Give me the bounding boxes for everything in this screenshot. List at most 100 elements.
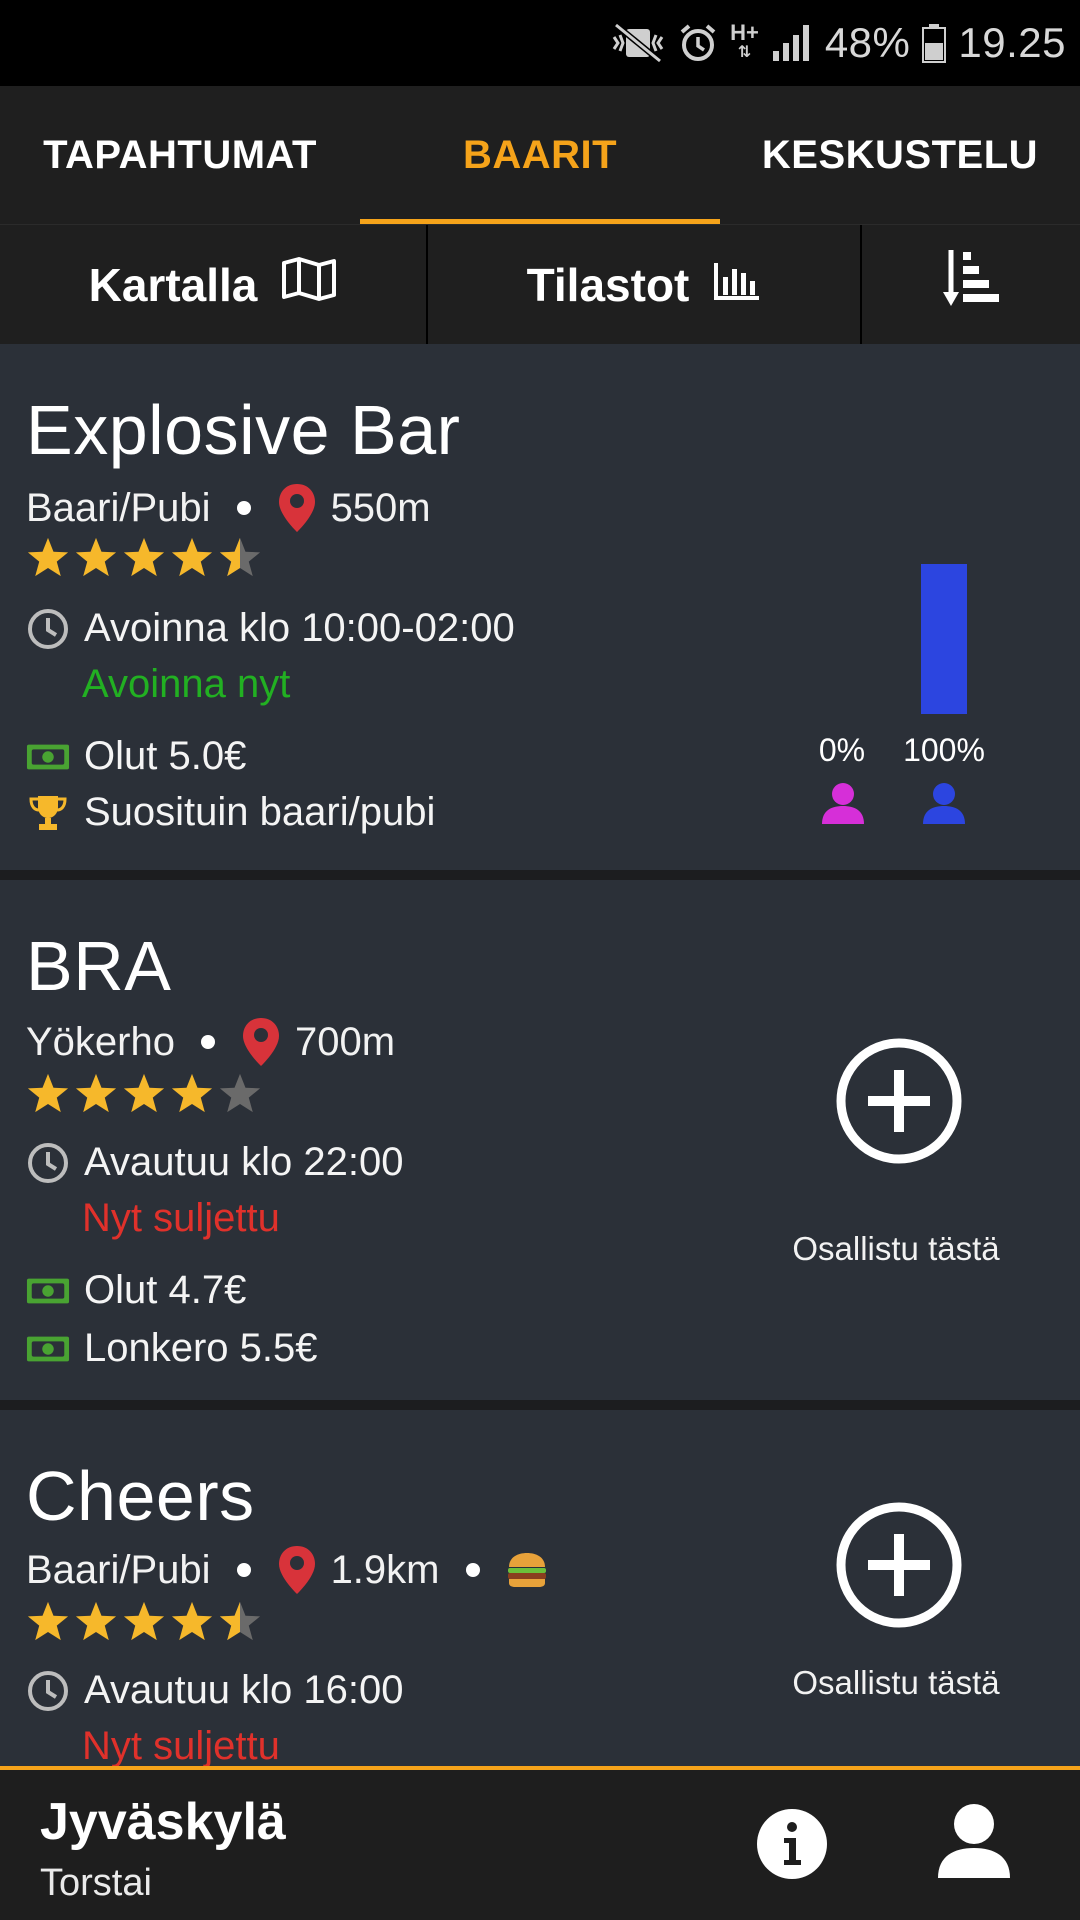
female-user-icon: [820, 780, 866, 831]
location-pin-icon: [241, 1016, 281, 1068]
vibrate-mute-icon: [610, 23, 666, 63]
male-bar: [921, 564, 967, 714]
star-icon: [171, 537, 213, 577]
star-icon: [171, 1073, 213, 1113]
price-text: Olut 4.7€: [84, 1268, 247, 1312]
hours-text: Avautuu klo 22:00: [84, 1140, 404, 1184]
tab-baarit[interactable]: BAARIT: [360, 86, 720, 224]
location-pin-icon: [277, 1544, 317, 1596]
closed-status: Nyt suljettu: [82, 1196, 280, 1240]
city-name[interactable]: Jyväskylä: [40, 1792, 286, 1852]
bar-card[interactable]: BRA Yökerho 700m Avautuu klo 22:00 Nyt s…: [0, 880, 1080, 1400]
bar-list: Explosive Bar Baari/Pubi 550m Avoinna kl…: [0, 344, 1080, 1770]
award-row: Suosituin baari/pubi: [26, 790, 435, 835]
info-icon[interactable]: [756, 1808, 828, 1885]
separator-dot: [200, 1035, 215, 1049]
bar-meta: Baari/Pubi 1.9km: [26, 1540, 548, 1600]
add-circle-icon: [836, 1502, 962, 1628]
star-icon: [75, 537, 117, 577]
join-button[interactable]: [834, 1500, 964, 1630]
half-star-icon: [219, 1601, 261, 1641]
closed-status: Nyt suljettu: [82, 1724, 280, 1768]
join-label[interactable]: Osallistu tästä: [766, 1230, 1026, 1268]
clock: 19.25: [958, 19, 1066, 66]
star-icon: [123, 1073, 165, 1113]
opening-hours: Avoinna klo 10:00-02:00: [26, 606, 515, 651]
empty-star-icon: [219, 1073, 261, 1113]
hours-text: Avautuu klo 16:00: [84, 1668, 404, 1712]
bar-card[interactable]: Cheers Baari/Pubi 1.9km Avautuu klo 16:0…: [0, 1410, 1080, 1770]
bar-distance: 1.9km: [330, 1547, 440, 1592]
bar-meta: Baari/Pubi 550m: [26, 478, 431, 538]
star-icon: [123, 1601, 165, 1641]
star-icon: [27, 537, 69, 577]
opening-hours: Avautuu klo 22:00: [26, 1140, 404, 1185]
battery-percent: 48%: [824, 19, 911, 66]
clock-icon: [26, 1669, 70, 1713]
signal-icon: [771, 23, 813, 63]
bar-toolbar: Kartalla Tilastot: [0, 224, 1080, 344]
bar-name: Explosive Bar: [26, 391, 461, 469]
trophy-icon: [26, 791, 70, 835]
price-row: Olut 5.0€: [26, 734, 246, 779]
stats-button-label: Tilastot: [526, 258, 690, 311]
tab-keskustelu[interactable]: KESKUSTELU: [720, 86, 1080, 224]
network-type-icon: H+ ⇅: [730, 20, 759, 62]
map-button[interactable]: Kartalla: [0, 225, 428, 344]
tab-tapahtumat[interactable]: TAPAHTUMAT: [0, 86, 360, 224]
male-percent: 100%: [903, 732, 985, 768]
join-label[interactable]: Osallistu tästä: [766, 1664, 1026, 1702]
bar-type: Baari/Pubi: [26, 1547, 211, 1592]
half-star-icon: [219, 537, 261, 577]
add-circle-icon: [836, 1038, 962, 1164]
bar-distance: 700m: [294, 1019, 396, 1064]
clock-icon: [26, 1141, 70, 1185]
join-button[interactable]: [834, 1036, 964, 1166]
star-icon: [75, 1073, 117, 1113]
sort-icon: [941, 248, 1001, 321]
bar-name: Cheers: [26, 1457, 255, 1535]
star-icon: [171, 1601, 213, 1641]
bar-type: Yökerho: [26, 1019, 175, 1064]
stats-button[interactable]: Tilastot: [428, 225, 862, 344]
burger-icon: [506, 1551, 548, 1589]
bar-name: BRA: [26, 927, 172, 1005]
bar-card[interactable]: Explosive Bar Baari/Pubi 550m Avoinna kl…: [0, 344, 1080, 870]
male-user-icon: [921, 780, 967, 831]
status-bar: H+ ⇅ 48% 19.25: [0, 0, 1080, 86]
bottom-bar: Jyväskylä Torstai: [0, 1766, 1080, 1920]
bar-type: Baari/Pubi: [26, 485, 211, 530]
money-icon: [26, 735, 70, 779]
star-icon: [123, 537, 165, 577]
hours-text: Avoinna klo 10:00-02:00: [84, 606, 515, 650]
battery-icon: [922, 23, 947, 63]
gender-chart: 0% 100%: [770, 564, 1010, 854]
star-icon: [27, 1073, 69, 1113]
money-icon: [26, 1327, 70, 1371]
main-tabs: TAPAHTUMAT BAARIT KESKUSTELU: [0, 86, 1080, 224]
weekday: Torstai: [40, 1862, 152, 1904]
price-row: Olut 4.7€: [26, 1268, 246, 1313]
map-button-label: Kartalla: [88, 258, 258, 311]
clock-icon: [26, 607, 70, 651]
sort-button[interactable]: [862, 225, 1080, 344]
rating-stars: [26, 536, 262, 578]
star-icon: [75, 1601, 117, 1641]
bar-chart-icon: [713, 258, 761, 312]
rating-stars: [26, 1072, 262, 1114]
alarm-icon: [678, 23, 718, 63]
separator-dot: [236, 1563, 251, 1577]
user-profile-icon[interactable]: [934, 1800, 1014, 1885]
rating-stars: [26, 1600, 262, 1642]
price-text: Olut 5.0€: [84, 734, 247, 778]
award-text: Suosituin baari/pubi: [84, 790, 436, 834]
open-status: Avoinna nyt: [82, 662, 291, 706]
money-icon: [26, 1269, 70, 1313]
price-row: Lonkero 5.5€: [26, 1326, 318, 1371]
bar-meta: Yökerho 700m: [26, 1012, 395, 1072]
separator-dot: [465, 1563, 480, 1577]
map-icon: [281, 257, 337, 312]
separator-dot: [236, 501, 251, 515]
star-icon: [27, 1601, 69, 1641]
price-text: Lonkero 5.5€: [84, 1326, 318, 1370]
